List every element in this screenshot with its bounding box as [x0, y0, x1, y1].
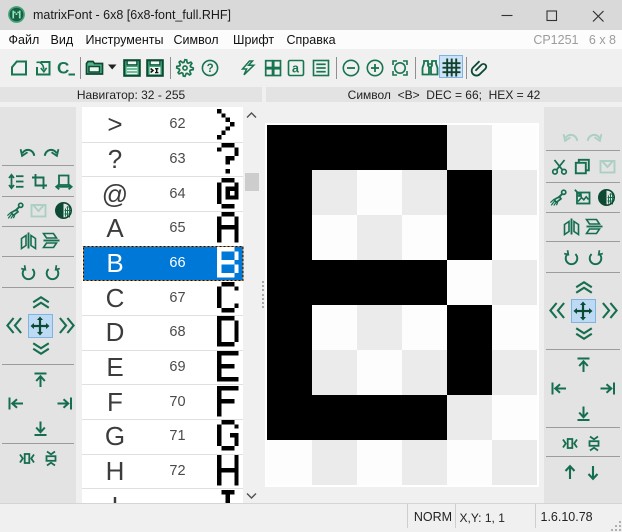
svg-text:a: a	[292, 61, 300, 75]
svg-text:C: C	[57, 58, 69, 77]
svg-text:?: ?	[206, 63, 213, 75]
